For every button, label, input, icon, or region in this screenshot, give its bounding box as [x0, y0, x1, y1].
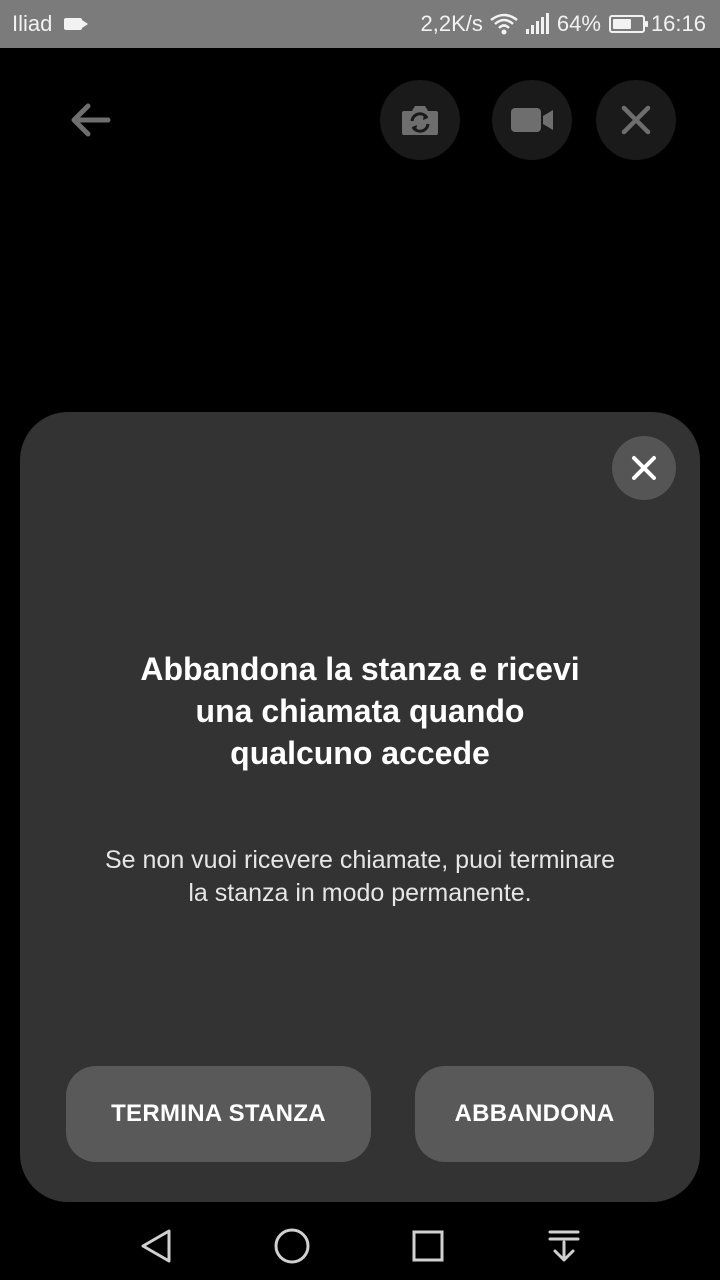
wifi-icon: [490, 13, 518, 35]
network-speed: 2,2K/s: [420, 11, 483, 36]
nav-home-button[interactable]: [272, 1226, 312, 1266]
leave-room-dialog: Abbandona la stanza e ricevi una chiamat…: [20, 412, 700, 1202]
dialog-description: Se non vuoi ricevere chiamate, puoi term…: [105, 846, 615, 907]
leave-button[interactable]: ABBANDONA: [415, 1066, 654, 1162]
status-bar: Iliad 2,2K/s 64% 16:16: [0, 0, 720, 48]
status-right: 2,2K/s 64% 16:16: [421, 11, 706, 37]
triangle-back-icon: [141, 1229, 171, 1263]
video-camera-icon: [511, 108, 553, 132]
close-icon: [621, 105, 651, 135]
nav-notifications-button[interactable]: [544, 1226, 584, 1266]
dialog-close-button[interactable]: [612, 436, 676, 500]
back-button[interactable]: [60, 90, 120, 150]
end-call-button[interactable]: [596, 80, 676, 160]
nav-recents-button[interactable]: [408, 1226, 448, 1266]
carrier-name: Iliad: [12, 11, 53, 36]
flip-camera-button[interactable]: [380, 80, 460, 160]
navigation-bar: [0, 1208, 720, 1280]
pull-down-icon: [548, 1230, 580, 1262]
call-controls: [0, 80, 720, 160]
recording-icon: [64, 18, 89, 30]
dialog-title: Abbandona la stanza e ricevi una chiamat…: [140, 651, 580, 771]
camera-flip-icon: [402, 106, 438, 135]
nav-back-button[interactable]: [136, 1226, 176, 1266]
square-recents-icon: [412, 1230, 444, 1262]
screen: Iliad 2,2K/s 64% 16:16 Abbandona la stan…: [0, 0, 720, 1280]
status-left: Iliad: [12, 11, 89, 37]
arrow-left-icon: [71, 103, 111, 137]
clock: 16:16: [650, 11, 706, 36]
battery-percent: 64%: [556, 11, 601, 36]
close-icon: [632, 456, 656, 480]
video-toggle-button[interactable]: [492, 80, 572, 160]
battery-fill: [612, 19, 631, 29]
signal-icon: [525, 13, 549, 34]
end-room-button[interactable]: TERMINA STANZA: [66, 1066, 371, 1162]
circle-home-icon: [274, 1228, 310, 1264]
battery-icon: [608, 15, 648, 33]
